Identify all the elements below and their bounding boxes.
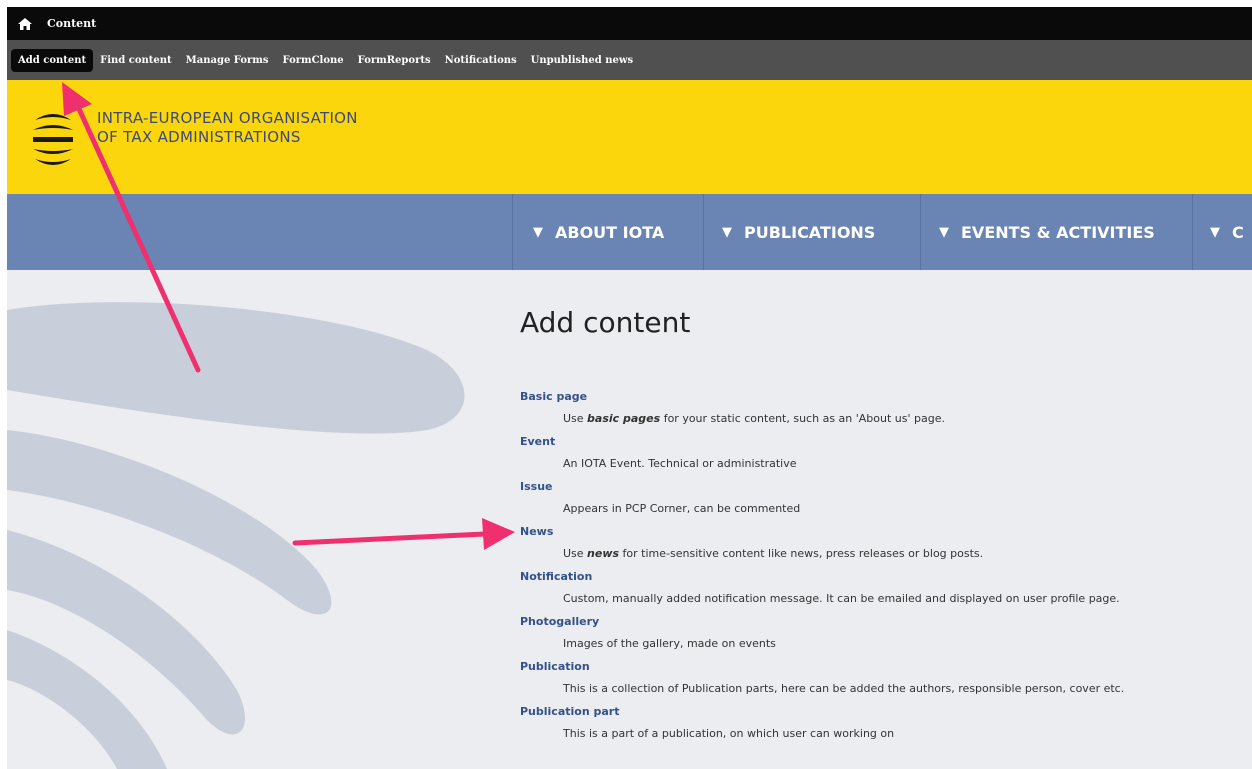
org-name[interactable]: INTRA-EUROPEAN ORGANISATION OF TAX ADMIN… <box>97 109 358 147</box>
triangle-down-icon: ▼ <box>1210 224 1220 240</box>
main-nav: ▼ ABOUT IOTA ▼ PUBLICATIONS ▼ EVENTS & A… <box>7 194 1252 270</box>
content-type-description: Use news for time-sensitive content like… <box>520 545 1240 568</box>
content-type-link[interactable]: News <box>520 523 1240 545</box>
content-type-notification: Notification Custom, manually added noti… <box>520 568 1240 613</box>
description-text: An IOTA Event. Technical or administrati… <box>563 457 797 470</box>
toolbar-manage-forms[interactable]: Manage Forms <box>179 49 276 72</box>
description-text: Custom, manually added notification mess… <box>563 592 1120 605</box>
nav-events-activities-label: EVENTS & ACTIVITIES <box>961 222 1155 242</box>
nav-about-iota-label: ABOUT IOTA <box>555 222 665 242</box>
description-text: Use <box>563 547 588 560</box>
iota-logo-icon[interactable] <box>31 110 75 170</box>
toolbar-formreports[interactable]: FormReports <box>351 49 438 72</box>
toolbar-formclone[interactable]: FormClone <box>276 49 351 72</box>
content-type-description: Use basic pages for your static content,… <box>520 410 1240 433</box>
toolbar-find-content[interactable]: Find content <box>93 49 179 72</box>
nav-separator <box>703 194 704 270</box>
description-text: Use <box>563 412 588 425</box>
nav-publications[interactable]: ▼ PUBLICATIONS <box>722 194 875 270</box>
content-toolbar: Add content Find content Manage Forms Fo… <box>7 40 1252 80</box>
page-title: Add content <box>520 306 691 339</box>
triangle-down-icon: ▼ <box>533 224 543 240</box>
home-icon[interactable] <box>17 16 33 32</box>
triangle-down-icon: ▼ <box>939 224 949 240</box>
content-type-description: This is a collection of Publication part… <box>520 680 1240 703</box>
content-type-link[interactable]: Publication part <box>520 703 1240 725</box>
toolbar-add-content[interactable]: Add content <box>11 48 94 72</box>
description-text: This is a part of a publication, on whic… <box>563 727 895 740</box>
nav-publications-label: PUBLICATIONS <box>744 222 876 242</box>
description-emphasis: news <box>587 547 620 560</box>
content-type-news: News Use news for time-sensitive content… <box>520 523 1240 568</box>
description-text: for time-sensitive content like news, pr… <box>619 547 984 560</box>
content-type-link[interactable]: Photogallery <box>520 613 1240 635</box>
content-type-link[interactable]: Basic page <box>520 388 1240 410</box>
description-text: for your static content, such as an 'Abo… <box>660 412 945 425</box>
nav-separator <box>1192 194 1193 270</box>
content-type-photogallery: Photogallery Images of the gallery, made… <box>520 613 1240 658</box>
admin-bar: Content <box>7 7 1252 40</box>
description-text: This is a collection of Publication part… <box>563 682 1125 695</box>
site-header: INTRA-EUROPEAN ORGANISATION OF TAX ADMIN… <box>7 80 1252 194</box>
content-type-description: Custom, manually added notification mess… <box>520 590 1240 613</box>
description-emphasis: basic pages <box>587 412 661 425</box>
content-type-description: Appears in PCP Corner, can be commented <box>520 500 1240 523</box>
content-type-issue: Issue Appears in PCP Corner, can be comm… <box>520 478 1240 523</box>
nav-events-activities[interactable]: ▼ EVENTS & ACTIVITIES <box>939 194 1155 270</box>
content-type-publication: Publication This is a collection of Publ… <box>520 658 1240 703</box>
toolbar-unpublished-news[interactable]: Unpublished news <box>524 49 640 72</box>
nav-about-iota[interactable]: ▼ ABOUT IOTA <box>533 194 664 270</box>
nav-separator <box>512 194 513 270</box>
org-name-line-2: OF TAX ADMINISTRATIONS <box>97 128 301 146</box>
content-type-description: An IOTA Event. Technical or administrati… <box>520 455 1240 478</box>
admin-title[interactable]: Content <box>47 17 96 30</box>
description-text: Appears in PCP Corner, can be commented <box>563 502 801 515</box>
toolbar-notifications[interactable]: Notifications <box>438 49 524 72</box>
triangle-down-icon: ▼ <box>722 224 732 240</box>
content-type-link[interactable]: Event <box>520 433 1240 455</box>
nav-separator <box>920 194 921 270</box>
content-type-link[interactable]: Publication <box>520 658 1240 680</box>
content-type-basic-page: Basic page Use basic pages for your stat… <box>520 388 1240 433</box>
nav-item-cut-off[interactable]: ▼ C <box>1210 194 1244 270</box>
content-type-publication-part: Publication part This is a part of a pub… <box>520 703 1240 748</box>
content-type-link[interactable]: Notification <box>520 568 1240 590</box>
nav-item-cut-off-label: C <box>1232 222 1244 242</box>
content-type-description: Images of the gallery, made on events <box>520 635 1240 658</box>
description-text: Images of the gallery, made on events <box>563 637 776 650</box>
content-type-description: This is a part of a publication, on whic… <box>520 725 1240 748</box>
content-type-link[interactable]: Issue <box>520 478 1240 500</box>
content-type-event: Event An IOTA Event. Technical or admini… <box>520 433 1240 478</box>
content-type-list: Basic page Use basic pages for your stat… <box>520 388 1240 748</box>
org-name-line-1: INTRA-EUROPEAN ORGANISATION <box>97 109 358 127</box>
